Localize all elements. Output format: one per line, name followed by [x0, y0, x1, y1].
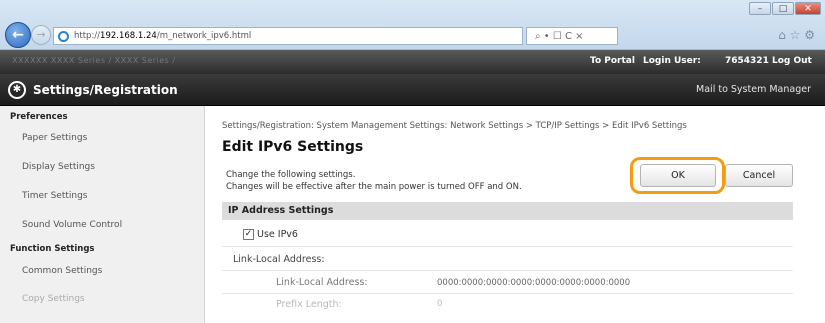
minimize-button[interactable]: – [749, 2, 771, 15]
divider [222, 293, 793, 294]
cancel-button[interactable]: Cancel [725, 164, 793, 187]
sidebar-section-preferences: Preferences [10, 112, 68, 122]
maximize-button[interactable]: □ [772, 2, 794, 15]
portal-header: XXXXXX XXXX Series / XXXX Series / To Po… [0, 50, 825, 74]
log-out-link[interactable]: Log Out [772, 56, 812, 66]
divider [222, 246, 793, 247]
ok-button[interactable]: OK [640, 164, 716, 187]
browser-page-icon [58, 30, 69, 42]
divider [222, 270, 793, 271]
sidebar-item-copy-settings[interactable]: Copy Settings [22, 294, 85, 304]
breadcrumb: Settings/Registration: System Management… [222, 121, 687, 131]
device-name: XXXXXX XXXX Series / XXXX Series / [12, 56, 176, 65]
instruction-text: Change the following settings. [226, 170, 356, 180]
browser-toolbar: – □ ✕ ← → http://192.168.1.24/m_network_… [0, 0, 825, 50]
sidebar-item-paper-settings[interactable]: Paper Settings [22, 133, 87, 143]
address-bar[interactable]: http://192.168.1.24/m_network_ipv6.html [53, 27, 523, 45]
ip-address-settings-header: IP Address Settings [222, 202, 793, 220]
sidebar-section-function-settings: Function Settings [10, 244, 95, 254]
use-ipv6-row: ✓ Use IPv6 [243, 229, 298, 240]
page-title: Edit IPv6 Settings [222, 139, 364, 155]
to-portal-link[interactable]: To Portal [590, 56, 635, 66]
prefix-length-label: Prefix Length: [276, 299, 342, 310]
prefix-length-value: 0 [437, 299, 443, 309]
url-text: http://192.168.1.24/m_network_ipv6.html [74, 31, 252, 41]
settings-icon: ✱ [8, 81, 26, 99]
login-user-label: Login User: [643, 56, 701, 66]
back-arrow-icon[interactable]: ← [5, 22, 31, 48]
app-title-bar: ✱ Settings/Registration Mail to System M… [0, 74, 825, 106]
instruction-note: Changes will be effective after the main… [226, 182, 522, 192]
use-ipv6-checkbox[interactable]: ✓ [243, 229, 254, 240]
link-local-heading: Link-Local Address: [233, 254, 325, 265]
sidebar-item-common-settings[interactable]: Common Settings [22, 266, 102, 276]
use-ipv6-label: Use IPv6 [257, 229, 298, 240]
login-user-value: 7654321 [725, 56, 769, 66]
window-controls: – □ ✕ [749, 2, 821, 15]
sidebar-item-timer-settings[interactable]: Timer Settings [22, 191, 88, 201]
link-local-address-label: Link-Local Address: [276, 277, 368, 288]
app-title: Settings/Registration [33, 83, 178, 97]
mail-to-system-manager-link[interactable]: Mail to System Manager [696, 84, 811, 95]
sidebar-item-display-settings[interactable]: Display Settings [22, 162, 95, 172]
address-tools[interactable]: ⌕ • ☐ C × [526, 27, 618, 45]
close-window-button[interactable]: ✕ [795, 2, 821, 15]
forward-arrow-icon[interactable]: → [31, 25, 51, 45]
browser-icons[interactable]: ⌂ ☆ ⚙ [778, 28, 815, 42]
link-local-address-value: 0000:0000:0000:0000:0000:0000:0000:0000 [437, 278, 631, 288]
sidebar-item-sound-volume-control[interactable]: Sound Volume Control [22, 220, 122, 230]
sidebar: Preferences Paper Settings Display Setti… [0, 106, 205, 323]
